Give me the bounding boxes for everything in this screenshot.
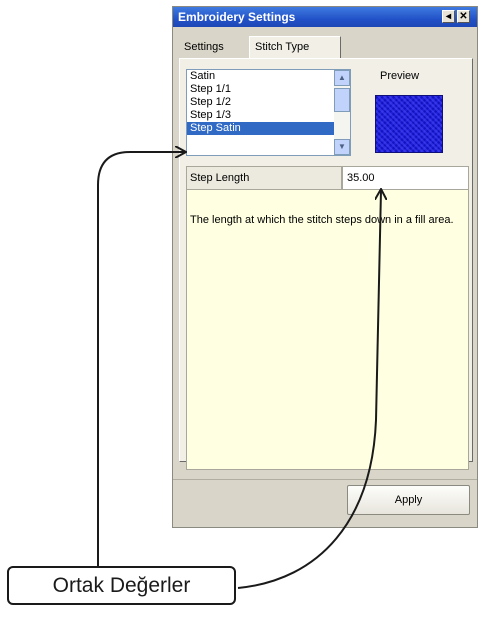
property-value-field[interactable]: 35.00 xyxy=(342,166,469,190)
tab-stitch-type[interactable]: Stitch Type xyxy=(249,36,341,58)
pin-icon[interactable]: ◂ xyxy=(442,10,455,23)
property-row: Step Length 35.00 xyxy=(186,166,469,190)
title-bar[interactable]: Embroidery Settings ◂ ✕ xyxy=(173,7,477,27)
close-icon[interactable]: ✕ xyxy=(457,10,470,23)
property-description: The length at which the stitch steps dow… xyxy=(186,190,469,470)
property-name: Step Length xyxy=(186,166,342,190)
scroll-up-icon[interactable]: ▲ xyxy=(334,70,350,86)
embroidery-settings-panel: Embroidery Settings ◂ ✕ Settings Stitch … xyxy=(172,6,478,528)
scroll-down-icon[interactable]: ▼ xyxy=(334,139,350,155)
list-scrollbar[interactable]: ▲ ▼ xyxy=(334,70,350,155)
apply-button[interactable]: Apply xyxy=(347,485,470,515)
list-item-selected[interactable]: Step Satin xyxy=(187,122,335,135)
scroll-thumb[interactable] xyxy=(334,88,350,112)
list-item[interactable]: Step 1/3 xyxy=(187,109,335,122)
preview-label: Preview xyxy=(380,70,420,82)
stitch-type-list[interactable]: Satin Step 1/1 Step 1/2 Step 1/3 Step Sa… xyxy=(186,69,351,156)
list-item[interactable]: Step 1/2 xyxy=(187,96,335,109)
list-item[interactable]: Satin xyxy=(187,70,335,83)
divider xyxy=(173,479,477,480)
tab-settings[interactable]: Settings xyxy=(179,39,245,58)
window-title: Embroidery Settings xyxy=(178,10,296,24)
list-item[interactable]: Step 1/1 xyxy=(187,83,335,96)
stitch-preview-image xyxy=(375,95,443,153)
callout-label: Ortak Değerler xyxy=(7,566,236,605)
